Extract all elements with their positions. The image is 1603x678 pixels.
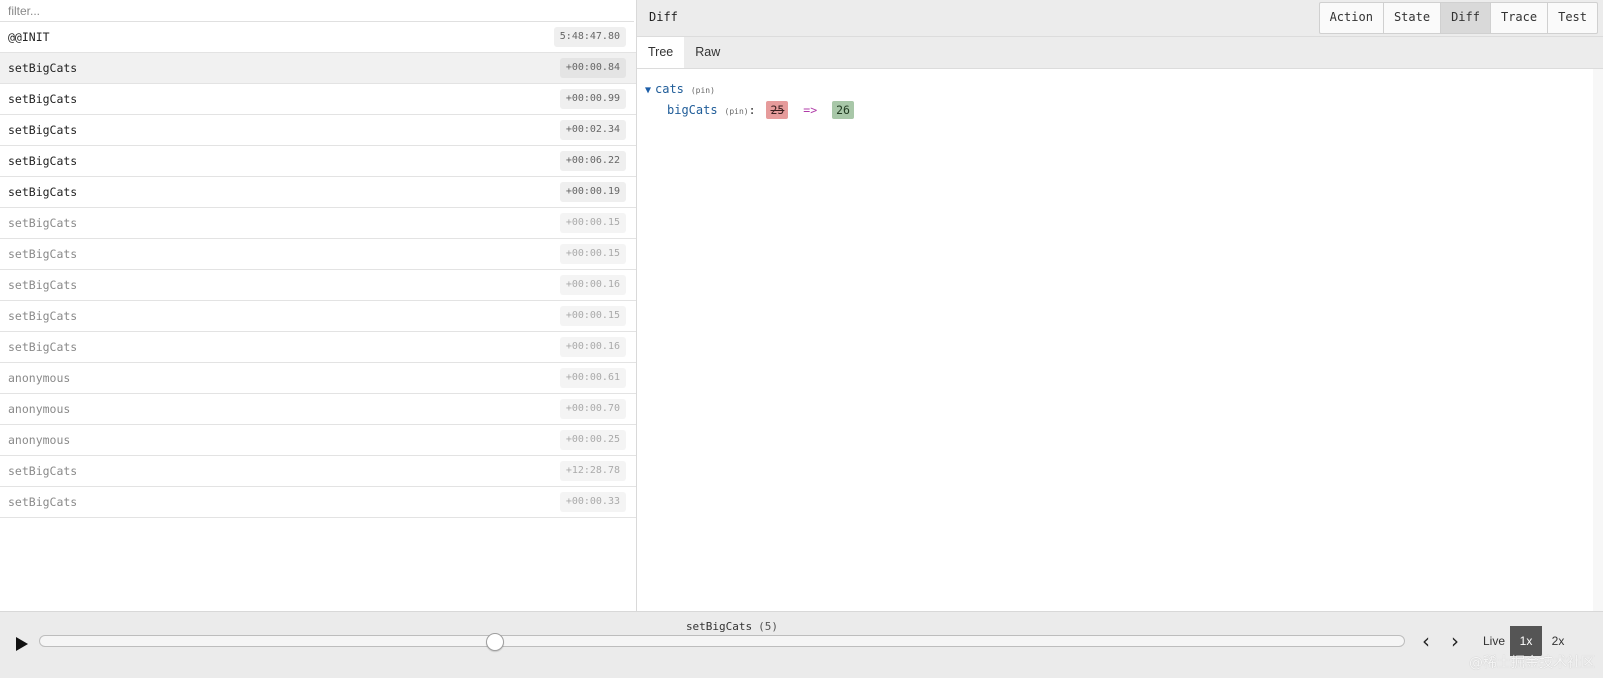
action-name: setBigCats (8, 278, 78, 292)
action-name: anonymous (8, 433, 71, 447)
action-name: setBigCats (8, 154, 78, 168)
tab-state[interactable]: State (1382, 3, 1440, 33)
action-row[interactable]: setBigCats +00:00.33 (0, 487, 636, 518)
action-row[interactable]: setBigCats +00:00.16 (0, 332, 636, 363)
pin-link[interactable]: (pin) (691, 86, 715, 95)
tab-trace[interactable]: Trace (1489, 3, 1547, 33)
action-row[interactable]: setBigCats +00:00.15 (0, 301, 636, 332)
action-time-badge[interactable]: 5:48:47.80 (553, 27, 626, 47)
action-row[interactable]: setBigCats +00:00.15 (0, 208, 636, 239)
action-row[interactable]: anonymous +00:00.70 (0, 394, 636, 425)
slider-track[interactable] (39, 635, 1405, 647)
action-time-badge[interactable]: +00:00.16 (559, 337, 626, 357)
tree-key: cats (655, 82, 684, 96)
tree-key: bigCats (667, 103, 718, 117)
tab-diff[interactable]: Diff (1440, 3, 1490, 33)
action-name: setBigCats (8, 309, 78, 323)
action-name: setBigCats (8, 340, 78, 354)
previous-action-button[interactable]: ‹ (1416, 630, 1436, 652)
action-row[interactable]: anonymous +00:00.25 (0, 425, 636, 456)
action-time-badge[interactable]: +00:00.61 (559, 368, 626, 388)
action-row[interactable]: setBigCats +00:00.84 (0, 53, 636, 84)
diff-sub-tabs: Tree Raw (637, 37, 1603, 69)
next-action-button[interactable]: › (1445, 630, 1465, 652)
action-time-badge[interactable]: +00:02.34 (559, 120, 626, 140)
action-time-badge[interactable]: +00:00.19 (559, 182, 626, 202)
action-row[interactable]: setBigCats +12:28.78 (0, 456, 636, 487)
action-row[interactable]: setBigCats +00:02.34 (0, 115, 636, 146)
slider-thumb[interactable] (485, 633, 504, 651)
subtab-raw[interactable]: Raw (684, 37, 731, 68)
action-name: setBigCats (8, 61, 78, 75)
play-icon (16, 637, 28, 651)
tree-node-root[interactable]: ▼ cats (pin) (641, 79, 854, 99)
action-row[interactable]: anonymous +00:00.61 (0, 363, 636, 394)
slider-label: setBigCats (5) (0, 620, 1464, 633)
action-time-badge[interactable]: +00:00.16 (559, 275, 626, 295)
action-row[interactable]: setBigCats +00:06.22 (0, 146, 636, 177)
monitor-tabs: Action State Diff Trace Test (1318, 2, 1598, 34)
chevron-left-icon: ‹ (1422, 629, 1430, 653)
subtab-tree[interactable]: Tree (637, 37, 685, 68)
action-time-badge[interactable]: +00:00.15 (559, 213, 626, 233)
old-value: 25 (766, 101, 789, 119)
tab-action[interactable]: Action (1320, 3, 1383, 33)
tab-test[interactable]: Test (1547, 3, 1597, 33)
current-action-name: setBigCats (685, 620, 753, 633)
vertical-scrollbar[interactable] (1593, 69, 1603, 611)
action-name: setBigCats (8, 123, 78, 137)
action-row[interactable]: @@INIT 5:48:47.80 (0, 22, 636, 53)
new-value: 26 (832, 101, 854, 119)
action-time-badge[interactable]: +00:00.99 (559, 89, 626, 109)
diff-arrow: => (803, 103, 818, 117)
action-row[interactable]: setBigCats +00:00.16 (0, 270, 636, 301)
action-name: setBigCats (8, 495, 78, 509)
action-name: @@INIT (8, 30, 50, 44)
monitor-header: Diff Action State Diff Trace Test (637, 0, 1603, 37)
action-name: setBigCats (8, 185, 78, 199)
tree-colon: : (748, 103, 756, 117)
action-name: setBigCats (8, 464, 78, 478)
slider-bar: setBigCats (5) ‹ › Live 1x 2x @稀土掘金技术社区 (0, 611, 1603, 678)
action-row[interactable]: setBigCats +00:00.15 (0, 239, 636, 270)
action-row[interactable]: setBigCats +00:00.99 (0, 84, 636, 115)
action-list-pane: @@INIT5:48:47.80setBigCats+00:00.84setBi… (0, 0, 637, 611)
monitor-title: Diff (649, 10, 678, 24)
action-time-badge[interactable]: +12:28.78 (559, 461, 626, 481)
expand-arrow-icon[interactable]: ▼ (641, 81, 655, 101)
action-time-badge[interactable]: +00:00.15 (559, 244, 626, 264)
action-name: setBigCats (8, 216, 78, 230)
filter-input[interactable] (0, 0, 634, 22)
action-time-badge[interactable]: +00:06.22 (559, 151, 626, 171)
tree-node-child: bigCats (pin): 25 => 26 (641, 100, 854, 120)
watermark: @稀土掘金技术社区 (1469, 655, 1595, 671)
action-time-badge[interactable]: +00:00.33 (559, 492, 626, 512)
action-time-badge[interactable]: +00:00.70 (559, 399, 626, 419)
action-time-badge[interactable]: +00:00.15 (559, 306, 626, 326)
action-list: @@INIT 5:48:47.80 setBigCats +00:00.84 setBi… (0, 22, 636, 518)
monitor-pane: Diff Action State Diff Trace Test Tree Raw ▼ c… (637, 0, 1603, 611)
chevron-right-icon: › (1451, 629, 1459, 653)
action-time-badge[interactable]: +00:00.25 (559, 430, 626, 450)
action-name: setBigCats (8, 92, 78, 106)
action-name: anonymous (8, 402, 71, 416)
diff-tree: ▼ cats (pin) bigCats (pin): 25 => 26 (641, 79, 854, 120)
action-name: anonymous (8, 371, 71, 385)
pin-link[interactable]: (pin) (725, 107, 749, 116)
action-row[interactable]: setBigCats +00:00.19 (0, 177, 636, 208)
play-button[interactable] (10, 633, 32, 655)
action-name: setBigCats (8, 247, 78, 261)
current-action-index: (5) (758, 620, 779, 633)
action-time-badge[interactable]: +00:00.84 (559, 58, 626, 78)
